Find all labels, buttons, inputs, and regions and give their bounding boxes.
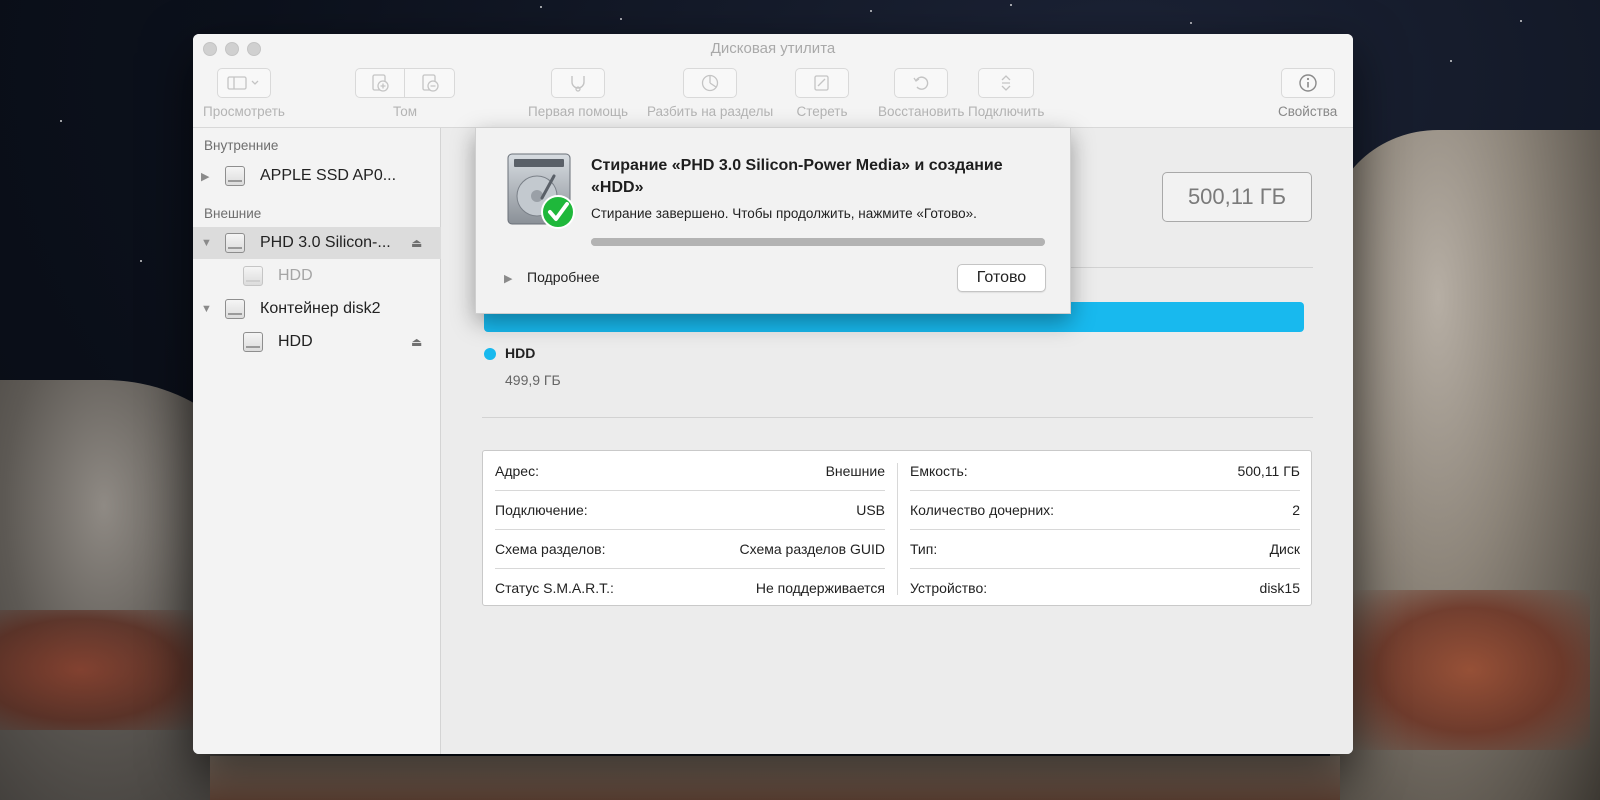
section-external: Внешние <box>204 206 262 221</box>
info-value: Схема разделов GUID <box>739 540 886 557</box>
erase-group: Стереть <box>795 68 849 119</box>
mount-icon <box>1001 75 1011 91</box>
disk-info-table: Адрес: Внешние Подключение: USB Схема ра… <box>482 450 1312 606</box>
info-row: Подключение: USB <box>495 490 885 529</box>
info-key: Устройство: <box>910 579 988 596</box>
info-row: Схема разделов: Схема разделов GUID <box>495 529 885 568</box>
add-volume-button[interactable] <box>355 68 405 98</box>
sidebar-item-label: APPLE SSD AP0... <box>260 167 397 184</box>
info-value: Внешние <box>825 462 885 479</box>
legend-volume-size: 499,9 ГБ <box>505 372 561 388</box>
info-row: Количество дочерних: 2 <box>910 490 1300 529</box>
first-aid-button[interactable] <box>551 68 606 98</box>
delete-volume-button[interactable] <box>405 68 455 98</box>
section-internal: Внутренние <box>204 138 279 153</box>
restore-group: Восстановить <box>878 68 964 119</box>
remove-volume-icon <box>421 74 439 92</box>
toolbar: Дисковая утилита Просмотреть Том Первая … <box>193 34 1353 128</box>
erase-progress-sheet: Стирание «PHD 3.0 Silicon-Power Media» и… <box>475 127 1071 314</box>
window-title: Дисковая утилита <box>710 40 836 57</box>
sidebar-toggle-icon <box>227 76 259 90</box>
divider <box>482 417 1313 418</box>
info-key: Статус S.M.A.R.T.: <box>495 579 614 596</box>
sidebar-item-hdd-container-volume[interactable]: HDD ⏏ <box>193 326 441 358</box>
info-row: Адрес: Внешние <box>495 451 885 490</box>
capacity-box: 500,11 ГБ <box>1162 172 1312 222</box>
erase-label: Стереть <box>796 104 848 119</box>
progress-bar-fill <box>591 238 1045 246</box>
mount-label: Подключить <box>968 104 1045 119</box>
volume-group: Том <box>355 68 455 119</box>
container-icon <box>225 299 245 319</box>
stethoscope-icon <box>571 76 585 92</box>
info-row: Тип: Диск <box>910 529 1300 568</box>
eject-icon[interactable]: ⏏ <box>411 236 422 250</box>
volume-icon <box>243 332 263 352</box>
external-disk-icon <box>225 233 245 253</box>
partition-pie-icon <box>701 74 719 92</box>
view-button[interactable] <box>216 68 271 98</box>
mount-group: Подключить <box>968 68 1044 119</box>
view-group: Просмотреть <box>203 68 285 119</box>
partition-group: Разбить на разделы <box>647 68 773 119</box>
mount-button[interactable] <box>978 68 1035 98</box>
legend-volume-name: HDD <box>505 345 536 361</box>
info-row: Емкость: 500,11 ГБ <box>910 451 1300 490</box>
partition-label: Разбить на разделы <box>647 104 774 119</box>
sidebar-item-apple-ssd[interactable]: ▶ APPLE SSD AP0... <box>193 160 441 192</box>
info-value: 500,11 ГБ <box>1237 462 1300 479</box>
sidebar-item-label: Контейнер disk2 <box>260 300 381 317</box>
info-value: 2 <box>1292 501 1300 518</box>
info-value: Диск <box>1269 540 1300 557</box>
info-row: Устройство: disk15 <box>910 568 1300 607</box>
internal-disk-icon <box>225 166 245 186</box>
info-group: Свойства <box>1278 68 1337 119</box>
info-label: Свойства <box>1278 104 1338 119</box>
info-key: Схема разделов: <box>495 540 606 557</box>
info-row: Статус S.M.A.R.T.: Не поддерживается <box>495 568 885 607</box>
info-value: USB <box>856 501 885 518</box>
volume-icon <box>243 266 263 286</box>
info-value: Не поддерживается <box>755 579 885 596</box>
sidebar-item-label: PHD 3.0 Silicon-... <box>260 234 391 251</box>
disclosure-triangle-icon[interactable]: ▼ <box>201 303 212 315</box>
show-details-toggle[interactable]: Подробнее <box>527 269 600 285</box>
disclosure-triangle-icon[interactable]: ▶ <box>504 272 512 285</box>
info-value: disk15 <box>1259 579 1300 596</box>
first-aid-label: Первая помощь <box>528 104 629 119</box>
add-volume-icon <box>372 74 389 92</box>
sidebar: Внутренние ▶ APPLE SSD AP0... Внешние ▼ … <box>193 128 441 754</box>
sidebar-item-phd-disk[interactable]: ▼ PHD 3.0 Silicon-... ⏏ <box>193 227 441 259</box>
sheet-title: Стирание «PHD 3.0 Silicon-Power Media» и… <box>591 157 1003 196</box>
info-icon <box>1298 74 1317 92</box>
column-divider <box>897 463 898 595</box>
info-key: Емкость: <box>910 462 968 479</box>
info-key: Тип: <box>910 540 938 557</box>
view-label: Просмотреть <box>203 104 285 119</box>
info-key: Количество дочерних: <box>910 501 1055 518</box>
hard-drive-success-icon <box>507 153 575 229</box>
volume-label: Том <box>393 104 417 119</box>
sidebar-item-hdd-volume[interactable]: HDD <box>193 260 441 292</box>
partition-button[interactable] <box>683 68 738 98</box>
sheet-message: Стирание завершено. Чтобы продолжить, на… <box>591 206 977 221</box>
sidebar-item-label: HDD <box>278 333 313 350</box>
info-key: Подключение: <box>495 501 588 518</box>
disclosure-triangle-icon[interactable]: ▼ <box>201 237 212 249</box>
legend-swatch <box>484 348 496 360</box>
disclosure-triangle-icon[interactable]: ▶ <box>201 170 209 183</box>
eject-icon[interactable]: ⏏ <box>411 335 422 349</box>
info-button[interactable] <box>1280 68 1335 98</box>
sidebar-item-container-disk2[interactable]: ▼ Контейнер disk2 <box>193 293 441 325</box>
restore-button[interactable] <box>894 68 949 98</box>
done-button[interactable]: Готово <box>957 264 1046 292</box>
erase-icon <box>814 75 829 91</box>
sidebar-item-label: HDD <box>278 267 313 284</box>
restore-arrow-icon <box>913 76 929 90</box>
info-key: Адрес: <box>495 462 539 479</box>
erase-button[interactable] <box>795 68 849 98</box>
first-aid-group: Первая помощь <box>528 68 628 119</box>
progress-bar <box>591 238 1045 246</box>
restore-label: Восстановить <box>878 104 965 119</box>
